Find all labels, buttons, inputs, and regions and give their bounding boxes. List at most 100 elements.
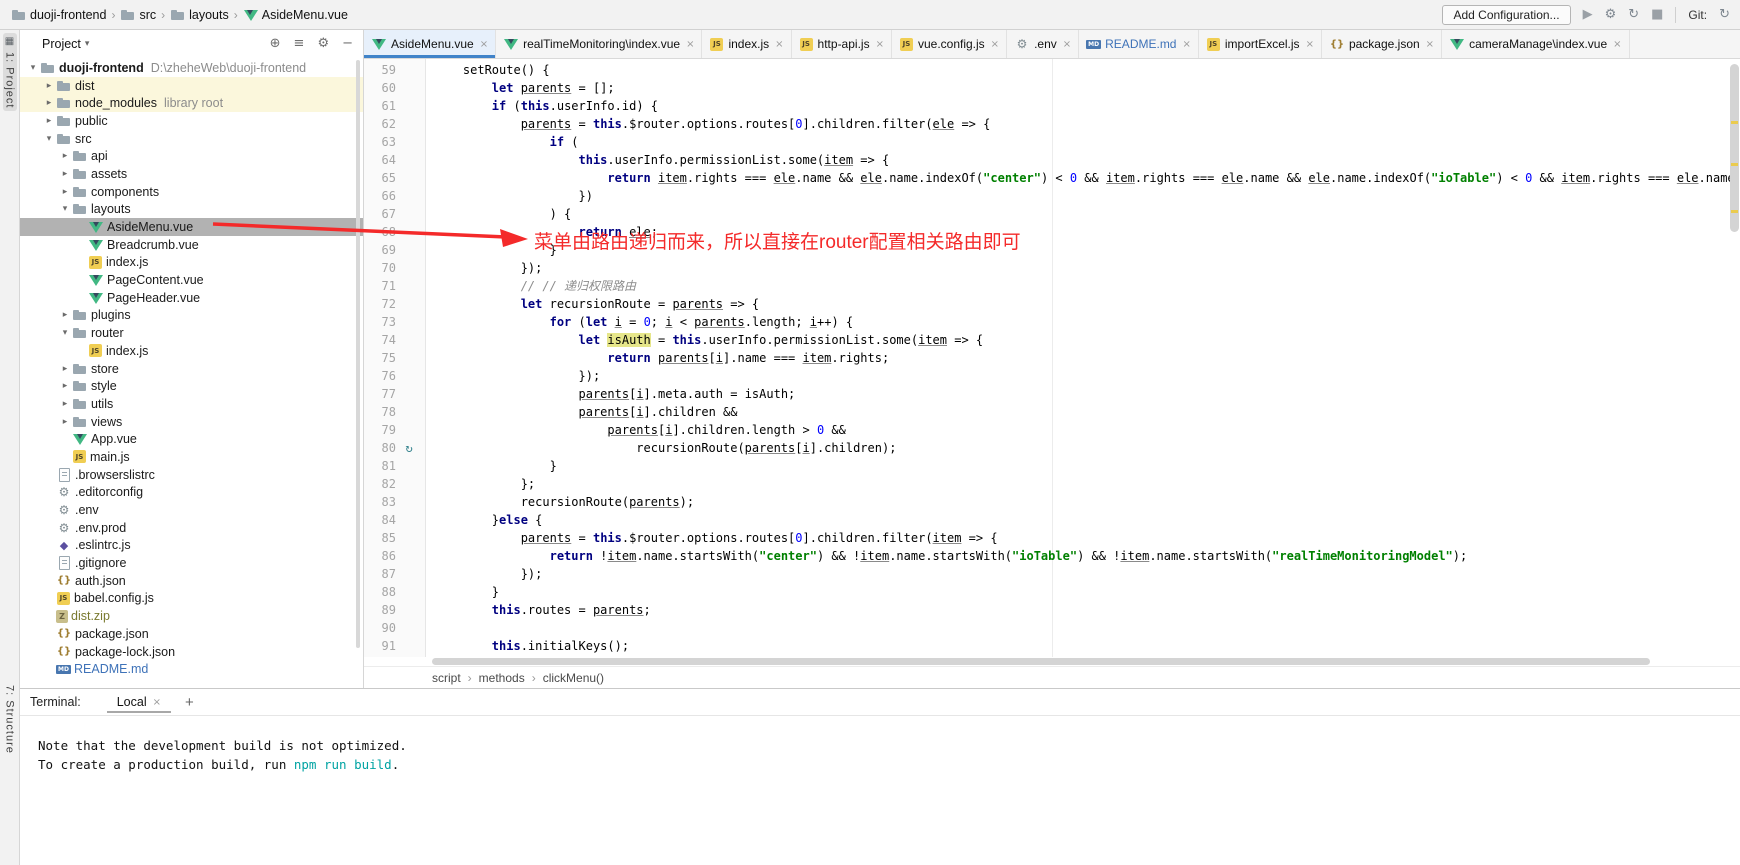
tree-item[interactable]: PageHeader.vue <box>20 289 363 307</box>
code-line[interactable]: recursionRoute(parents); <box>434 493 1740 511</box>
project-tool-button[interactable]: ▦ 1: Project <box>3 33 17 111</box>
code-line[interactable]: let parents = []; <box>434 79 1740 97</box>
code-line[interactable]: // // 递归权限路由 <box>434 277 1740 295</box>
code-line[interactable] <box>434 619 1740 637</box>
code-line[interactable]: parents = this.$router.options.routes[0]… <box>434 529 1740 547</box>
code-line[interactable]: this.routes = parents; <box>434 601 1740 619</box>
chevron-right-icon[interactable]: ▸ <box>58 187 72 197</box>
code-line[interactable]: return !item.name.startsWith("center") &… <box>434 547 1740 565</box>
tree-item[interactable]: ▸views <box>20 413 363 431</box>
tree-item[interactable]: App.vue <box>20 430 363 448</box>
tree-item[interactable]: {}package.json <box>20 625 363 643</box>
code-line[interactable]: let recursionRoute = parents => { <box>434 295 1740 313</box>
chevron-right-icon[interactable]: ▸ <box>42 98 56 108</box>
tree-item[interactable]: ▸components <box>20 183 363 201</box>
close-icon[interactable]: × <box>686 39 694 50</box>
close-icon[interactable]: × <box>1063 39 1071 50</box>
code-line[interactable]: } <box>434 583 1740 601</box>
close-icon[interactable]: × <box>991 39 999 50</box>
tree-item[interactable]: JSbabel.config.js <box>20 590 363 608</box>
tree-item[interactable]: {}auth.json <box>20 572 363 590</box>
code-line[interactable]: parents[i].children && <box>434 403 1740 421</box>
close-icon[interactable]: × <box>1306 39 1314 50</box>
tree-item[interactable]: .gitignore <box>20 554 363 572</box>
chevron-right-icon[interactable]: ▸ <box>42 116 56 126</box>
scrollbar-thumb[interactable] <box>432 658 1650 665</box>
tree-item[interactable]: JSindex.js <box>20 342 363 360</box>
tree-item[interactable]: ▾layouts <box>20 201 363 219</box>
close-icon[interactable]: × <box>1426 39 1434 50</box>
gear-icon[interactable]: ⚙ <box>317 36 329 51</box>
tree-item[interactable]: JSindex.js <box>20 254 363 272</box>
code-line[interactable]: recursionRoute(parents[i].children); <box>434 439 1740 457</box>
editor-tab[interactable]: JSvue.config.js× <box>892 30 1007 58</box>
terminal-output[interactable]: Note that the development build is not o… <box>20 716 1740 865</box>
editor-tab[interactable]: JShttp-api.js× <box>792 30 892 58</box>
tree-item[interactable]: {}package-lock.json <box>20 643 363 661</box>
editor-tab[interactable]: JSimportExcel.js× <box>1199 30 1322 58</box>
tree-item[interactable]: Breadcrumb.vue <box>20 236 363 254</box>
tree-item[interactable]: AsideMenu.vue <box>20 218 363 236</box>
add-configuration-button[interactable]: Add Configuration... <box>1442 5 1570 25</box>
editor-tab[interactable]: {}package.json× <box>1322 30 1442 58</box>
code-line[interactable]: parents = this.$router.options.routes[0]… <box>434 115 1740 133</box>
close-icon[interactable]: × <box>1182 39 1190 50</box>
code-line[interactable]: }); <box>434 259 1740 277</box>
tree-item[interactable]: PageContent.vue <box>20 271 363 289</box>
code-line[interactable]: } <box>434 241 1740 259</box>
code-line[interactable]: return parents[i].name === item.rights; <box>434 349 1740 367</box>
tree-item[interactable]: ▸api <box>20 147 363 165</box>
tree-item[interactable]: ▸plugins <box>20 307 363 325</box>
chevron-right-icon[interactable]: ▸ <box>42 81 56 91</box>
close-icon[interactable]: × <box>775 39 783 50</box>
terminal-tab-local[interactable]: Local × <box>107 691 171 713</box>
code-editor[interactable]: setRoute() { let parents = []; if (this.… <box>426 59 1740 657</box>
code-line[interactable]: if (this.userInfo.id) { <box>434 97 1740 115</box>
code-line[interactable]: ) { <box>434 205 1740 223</box>
code-line[interactable]: }) <box>434 187 1740 205</box>
editor-breadcrumb-item[interactable]: methods <box>479 671 525 685</box>
code-line[interactable]: for (let i = 0; i < parents.length; i++)… <box>434 313 1740 331</box>
tree-item[interactable]: ▸public <box>20 112 363 130</box>
chevron-right-icon[interactable]: ▸ <box>58 169 72 179</box>
tree-item[interactable]: ▸node_moduleslibrary root <box>20 94 363 112</box>
breadcrumb-item[interactable]: src <box>120 7 156 23</box>
chevron-down-icon[interactable]: ▾ <box>42 134 56 144</box>
run-icon[interactable]: ▶ <box>1583 7 1593 22</box>
breadcrumb-item[interactable]: layouts <box>170 7 229 23</box>
tree-item[interactable]: ▾duoji-frontendD:\zheheWeb\duoji-fronten… <box>20 59 363 77</box>
code-line[interactable]: return item.rights === ele.name && ele.n… <box>434 169 1740 187</box>
close-icon[interactable]: × <box>876 39 884 50</box>
scrollbar[interactable] <box>426 657 1740 666</box>
chevron-down-icon[interactable]: ▾ <box>58 328 72 338</box>
editor-tab[interactable]: cameraManage\index.vue× <box>1442 30 1629 58</box>
editor-tab[interactable]: JSindex.js× <box>702 30 791 58</box>
locate-icon[interactable]: ⊕ <box>270 36 281 51</box>
tree-item[interactable]: ◆.eslintrc.js <box>20 537 363 555</box>
view-options-icon[interactable]: ≡ <box>294 36 305 51</box>
editor-tab[interactable]: realTimeMonitoring\index.vue× <box>496 30 702 58</box>
chevron-right-icon[interactable]: ▸ <box>58 399 72 409</box>
tree-item[interactable]: Zdist.zip <box>20 607 363 625</box>
chevron-right-icon[interactable]: ▸ <box>58 417 72 427</box>
chevron-right-icon[interactable]: ▸ <box>58 381 72 391</box>
close-icon[interactable]: × <box>153 697 161 708</box>
tree-item[interactable]: ▸style <box>20 377 363 395</box>
code-line[interactable]: return ele; <box>434 223 1740 241</box>
chevron-down-icon[interactable]: ▾ <box>58 204 72 214</box>
project-view-selector[interactable]: Project ▾ <box>42 37 89 51</box>
scrollbar[interactable] <box>356 60 360 648</box>
tree-item[interactable]: .browserslistrc <box>20 466 363 484</box>
tree-item[interactable]: JSmain.js <box>20 448 363 466</box>
scrollbar[interactable] <box>1728 59 1740 657</box>
code-line[interactable]: setRoute() { <box>434 61 1740 79</box>
code-line[interactable]: }); <box>434 565 1740 583</box>
editor-tab[interactable]: AsideMenu.vue× <box>364 30 496 58</box>
code-line[interactable]: }else { <box>434 511 1740 529</box>
editor-tab[interactable]: MDREADME.md× <box>1079 30 1199 58</box>
close-icon[interactable]: × <box>480 39 488 50</box>
tree-item[interactable]: ▸store <box>20 360 363 378</box>
tree-item[interactable]: ⚙.env <box>20 501 363 519</box>
tree-item[interactable]: ▸utils <box>20 395 363 413</box>
tree-item[interactable]: ▾src <box>20 130 363 148</box>
